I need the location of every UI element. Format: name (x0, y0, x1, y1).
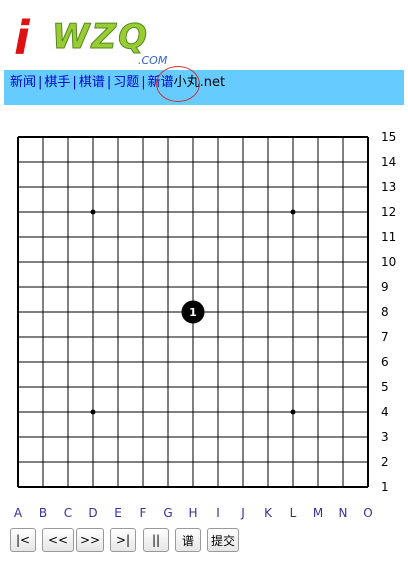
nav-separator: | (141, 75, 146, 90)
column-label: D (88, 506, 97, 520)
column-label: I (216, 506, 220, 520)
column-label: C (64, 506, 72, 520)
row-label: 2 (381, 455, 389, 469)
nav-separator: | (38, 75, 43, 90)
record-button[interactable]: 谱 (175, 528, 201, 552)
first-move-button[interactable]: |< (10, 528, 36, 552)
next-move-button[interactable]: >> (76, 528, 104, 552)
nav-link-news[interactable]: 新闻 (10, 75, 36, 90)
logo-i-letter: i (14, 11, 31, 65)
logo-wzq-letters: WZQ (52, 17, 149, 57)
row-label: 7 (381, 330, 389, 344)
column-label: A (14, 506, 23, 520)
column-label: H (188, 506, 197, 520)
nav-links: 新闻 | 棋手 | 棋谱 | 习题 | 新谱小丸.net (10, 75, 225, 91)
star-point (90, 209, 96, 215)
row-label: 3 (381, 430, 389, 444)
top-nav-bar: 新闻 | 棋手 | 棋谱 | 习题 | 新谱小丸.net (4, 70, 404, 105)
last-move-button[interactable]: >| (110, 528, 136, 552)
stone-move-number: 1 (189, 306, 197, 319)
nav-link-problems[interactable]: 习题 (113, 75, 139, 90)
column-label: F (140, 506, 147, 520)
submit-button[interactable]: 提交 (207, 528, 239, 552)
nav-site-name: 小丸.net (173, 75, 226, 90)
row-label: 5 (381, 380, 389, 394)
previous-move-button[interactable]: << (42, 528, 74, 552)
row-label: 9 (381, 280, 389, 294)
pause-button[interactable]: || (143, 528, 169, 552)
nav-link-players[interactable]: 棋手 (44, 75, 70, 90)
nav-separator: | (106, 75, 112, 90)
row-label: 11 (381, 230, 396, 244)
row-label: 1 (381, 480, 389, 494)
row-label: 10 (381, 255, 396, 269)
column-label: L (290, 506, 297, 520)
nav-separator: | (72, 75, 77, 90)
star-point (290, 209, 296, 215)
column-label: K (264, 506, 273, 520)
column-label: B (39, 506, 47, 520)
column-label: N (339, 506, 348, 520)
row-label: 8 (381, 305, 389, 319)
star-point (290, 409, 296, 415)
gomoku-board[interactable]: 151413121110987654321A B C D E F G H I J K L M N O1 (0, 120, 408, 525)
row-label: 14 (381, 155, 396, 169)
site-logo[interactable]: i WZQ .COM (10, 8, 210, 68)
column-label: G (163, 506, 172, 520)
column-label: M (313, 506, 323, 520)
row-label: 13 (381, 180, 396, 194)
row-label: 4 (381, 405, 389, 419)
row-label: 15 (381, 130, 396, 144)
nav-link-new-records[interactable]: 新谱 (148, 75, 174, 90)
column-label: O (363, 506, 372, 520)
logo-dotcom: .COM (138, 54, 168, 67)
row-label: 6 (381, 355, 389, 369)
row-label: 12 (381, 205, 396, 219)
star-point (90, 409, 96, 415)
nav-link-records[interactable]: 棋谱 (79, 75, 105, 90)
column-label: E (114, 506, 122, 520)
column-label: J (240, 506, 245, 520)
